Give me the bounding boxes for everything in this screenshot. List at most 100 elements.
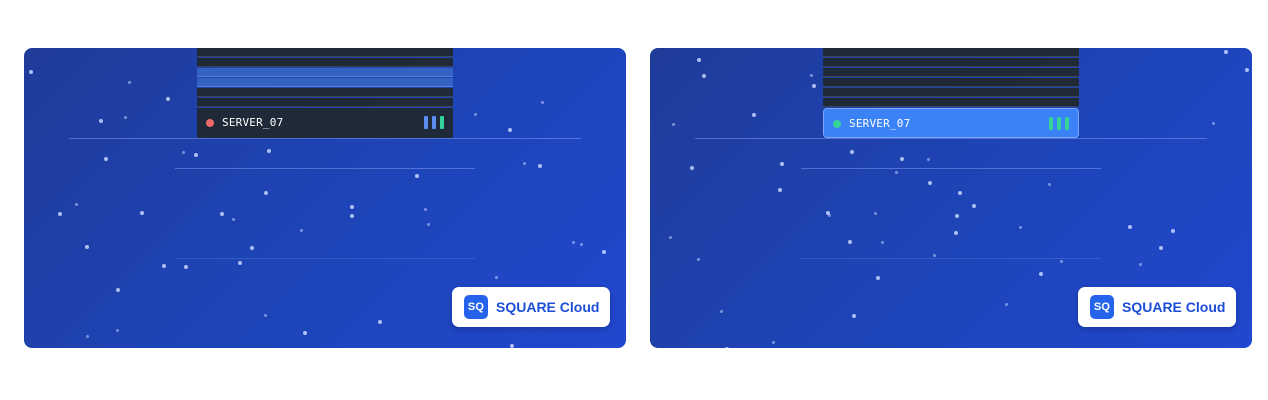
signal-bar	[424, 116, 428, 129]
divider-line	[801, 258, 1101, 259]
star-dot	[752, 113, 756, 117]
star-dot	[424, 208, 427, 211]
status-indicator	[833, 120, 841, 128]
star-dot	[1224, 50, 1228, 54]
star-dot	[140, 211, 144, 215]
star-dot	[955, 214, 959, 218]
star-dot	[116, 288, 120, 292]
star-dot	[1128, 225, 1132, 229]
star-dot	[954, 231, 958, 235]
star-dot	[116, 329, 119, 332]
status-indicator	[206, 119, 214, 127]
rack-slot	[823, 88, 1079, 97]
star-dot	[895, 171, 898, 174]
star-dot	[58, 212, 62, 216]
star-dot	[702, 74, 706, 78]
star-dot	[264, 314, 267, 317]
server-panel-left: SERVER_07 SQ SQUARE Cloud	[24, 48, 626, 348]
star-dot	[876, 276, 880, 280]
star-dot	[927, 158, 930, 161]
star-dot	[690, 166, 694, 170]
signal-bar	[1065, 117, 1069, 130]
star-dot	[1171, 229, 1175, 233]
star-dot	[128, 81, 131, 84]
star-dot	[580, 243, 583, 246]
server-row-selected[interactable]: SERVER_07	[823, 108, 1079, 138]
signal-bar	[440, 116, 444, 129]
star-dot	[104, 157, 108, 161]
star-dot	[350, 205, 354, 209]
star-dot	[778, 188, 782, 192]
rack-slot-highlight	[197, 68, 453, 77]
signal-bar	[1049, 117, 1053, 130]
star-dot	[29, 70, 33, 74]
star-dot	[267, 149, 271, 153]
star-dot	[848, 240, 852, 244]
star-dot	[1159, 246, 1163, 250]
star-dot	[182, 151, 185, 154]
divider-line	[69, 138, 581, 139]
divider-line	[695, 138, 1207, 139]
logo-icon: SQ	[464, 295, 488, 319]
star-dot	[232, 218, 235, 221]
star-dot	[474, 113, 477, 116]
star-dot	[541, 101, 544, 104]
star-dot	[238, 261, 242, 265]
star-dot	[264, 191, 268, 195]
server-name: SERVER_07	[849, 117, 911, 130]
star-dot	[510, 344, 514, 348]
star-dot	[75, 203, 78, 206]
star-dot	[523, 162, 526, 165]
divider-line	[175, 168, 475, 169]
star-dot	[933, 254, 936, 257]
star-dot	[124, 116, 127, 119]
star-dot	[881, 241, 884, 244]
star-dot	[99, 119, 103, 123]
star-dot	[1245, 68, 1249, 72]
star-dot	[810, 74, 813, 77]
rack-slot	[197, 98, 453, 107]
signal-bar	[1057, 117, 1061, 130]
rack-slot-highlight	[197, 78, 453, 87]
star-dot	[1019, 226, 1022, 229]
star-dot	[427, 223, 430, 226]
server-name: SERVER_07	[222, 116, 284, 129]
star-dot	[928, 181, 932, 185]
star-dot	[300, 229, 303, 232]
star-dot	[772, 341, 775, 344]
star-dot	[85, 245, 89, 249]
star-dot	[194, 153, 198, 157]
rack-slot	[823, 68, 1079, 77]
star-dot	[720, 310, 723, 313]
star-dot	[972, 204, 976, 208]
brand-badge[interactable]: SQ SQUARE Cloud	[452, 287, 610, 327]
star-dot	[900, 157, 904, 161]
star-dot	[250, 246, 254, 250]
brand-badge[interactable]: SQ SQUARE Cloud	[1078, 287, 1236, 327]
server-panel-right: SERVER_07 SQ SQUARE Cloud	[650, 48, 1252, 348]
star-dot	[602, 250, 606, 254]
star-dot	[780, 162, 784, 166]
signal-bars-icon	[424, 116, 444, 129]
server-row[interactable]: SERVER_07	[197, 108, 453, 138]
star-dot	[958, 191, 962, 195]
brand-name: SQUARE Cloud	[496, 299, 600, 315]
star-dot	[1060, 260, 1063, 263]
star-dot	[538, 164, 542, 168]
server-rack: SERVER_07	[823, 48, 1079, 138]
signal-bars-icon	[1049, 117, 1069, 130]
rack-slot	[197, 88, 453, 97]
rack-slot	[197, 48, 453, 57]
star-dot	[672, 123, 675, 126]
divider-line	[801, 168, 1101, 169]
star-dot	[874, 212, 877, 215]
star-dot	[850, 150, 854, 154]
star-dot	[495, 276, 498, 279]
star-dot	[166, 97, 170, 101]
star-dot	[162, 264, 166, 268]
star-dot	[828, 214, 831, 217]
star-dot	[725, 347, 729, 348]
star-dot	[220, 212, 224, 216]
rack-slot	[823, 98, 1079, 107]
star-dot	[1048, 183, 1051, 186]
